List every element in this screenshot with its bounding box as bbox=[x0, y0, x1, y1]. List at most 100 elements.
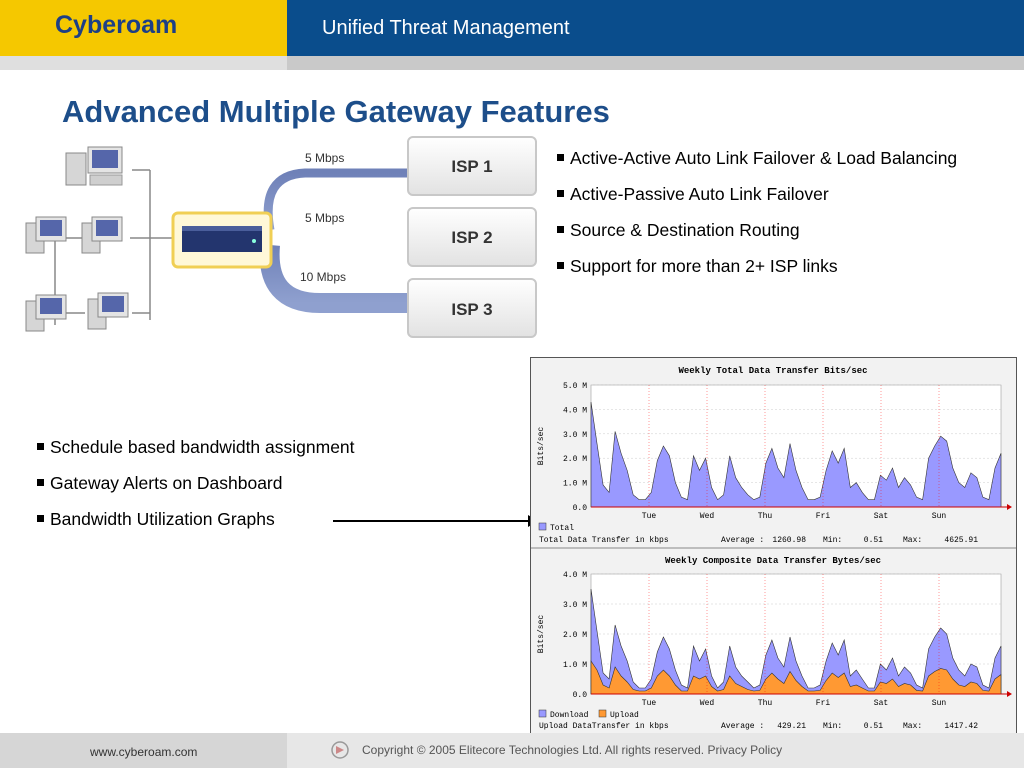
list-item: Active-Active Auto Link Failover & Load … bbox=[557, 148, 957, 184]
stats-key: Max: bbox=[903, 722, 922, 731]
stats-min: 0.51 bbox=[864, 536, 883, 545]
feature-list-top: Active-Active Auto Link Failover & Load … bbox=[557, 148, 957, 292]
stats-key: Average : bbox=[721, 536, 764, 545]
stats-average: 429.21 bbox=[777, 722, 806, 731]
list-item: Schedule based bandwidth assignment bbox=[37, 437, 355, 473]
stats-label: Total Data Transfer in kbps bbox=[539, 536, 669, 545]
x-tick-label: Fri bbox=[816, 512, 831, 521]
x-tick-label: Wed bbox=[700, 512, 715, 521]
bullet-icon bbox=[37, 515, 44, 523]
computer-icon bbox=[25, 294, 67, 332]
bullet-icon bbox=[557, 154, 564, 162]
stats-key: Max: bbox=[903, 536, 922, 545]
list-item: Source & Destination Routing bbox=[557, 220, 957, 256]
isp-label: ISP 2 bbox=[451, 228, 492, 247]
header-title: Unified Threat Management bbox=[322, 17, 570, 39]
footer: www.cyberoam.com Copyright © 2005 Elitec… bbox=[0, 733, 1024, 768]
stats-key: Average : bbox=[721, 722, 764, 731]
computer-icon bbox=[87, 292, 129, 330]
y-tick-label: 1.0 M bbox=[563, 661, 587, 670]
network-diagram: 5 Mbps 5 Mbps 10 Mbps ISP 1 ISP 2 ISP 3 bbox=[20, 135, 540, 345]
bullet-text: Schedule based bandwidth assignment bbox=[50, 437, 355, 457]
brand-logo-text: Cyberoam bbox=[55, 11, 178, 39]
computer-icon bbox=[65, 146, 123, 186]
legend-label: Total bbox=[550, 524, 574, 533]
x-tick-label: Sat bbox=[874, 512, 888, 521]
y-tick-label: 3.0 M bbox=[563, 431, 587, 440]
stats-max: 4625.91 bbox=[944, 536, 978, 545]
y-axis-label: Bits/sec bbox=[537, 427, 546, 466]
x-tick-label: Sun bbox=[932, 512, 947, 521]
stats-average: 1260.98 bbox=[772, 536, 806, 545]
footer-site-link[interactable]: www.cyberoam.com bbox=[90, 745, 197, 759]
appliance-icon bbox=[171, 211, 273, 269]
page-title: Advanced Multiple Gateway Features bbox=[62, 94, 610, 129]
stats-label: Upload DataTransfer in kbps bbox=[539, 722, 669, 731]
list-item: Bandwidth Utilization Graphs bbox=[37, 509, 355, 545]
x-tick-label: Tue bbox=[642, 699, 657, 708]
y-tick-label: 0.0 bbox=[573, 504, 588, 513]
feature-list-left: Schedule based bandwidth assignment Gate… bbox=[37, 437, 355, 545]
stats-min: 0.51 bbox=[864, 722, 883, 731]
x-tick-label: Sat bbox=[874, 699, 888, 708]
bandwidth-label: 5 Mbps bbox=[305, 151, 344, 165]
stats-key: Min: bbox=[823, 722, 842, 731]
x-tick-label: Thu bbox=[758, 699, 773, 708]
footer-copyright: Copyright © 2005 Elitecore Technologies … bbox=[362, 743, 783, 757]
bullet-text: Active-Passive Auto Link Failover bbox=[570, 184, 829, 204]
list-item: Support for more than 2+ ISP links bbox=[557, 256, 957, 292]
computer-icon bbox=[25, 216, 67, 254]
isp-label: ISP 3 bbox=[451, 300, 492, 319]
x-tick-label: Tue bbox=[642, 512, 657, 521]
bullet-text: Bandwidth Utilization Graphs bbox=[50, 509, 275, 529]
y-tick-label: 4.0 M bbox=[563, 406, 587, 415]
header-bar: Unified Threat Management bbox=[287, 0, 1024, 56]
bandwidth-graphs: Weekly Total Data Transfer Bits/sec 0.0 1.… bbox=[530, 357, 1017, 746]
list-item: Active-Passive Auto Link Failover bbox=[557, 184, 957, 220]
bullet-text: Source & Destination Routing bbox=[570, 220, 800, 240]
bullet-text: Active-Active Auto Link Failover & Load … bbox=[570, 148, 958, 168]
legend-label: Download bbox=[550, 711, 589, 720]
stats-max: 1417.42 bbox=[944, 722, 978, 731]
legend-label: Upload bbox=[610, 711, 639, 720]
header-divider bbox=[0, 56, 1024, 70]
bullet-text: Gateway Alerts on Dashboard bbox=[50, 473, 283, 493]
y-axis-label: Bits/sec bbox=[537, 615, 546, 654]
bullet-text: Support for more than 2+ ISP links bbox=[570, 256, 838, 276]
x-tick-label: Thu bbox=[758, 512, 773, 521]
x-tick-label: Wed bbox=[700, 699, 715, 708]
y-tick-label: 5.0 M bbox=[563, 382, 587, 391]
brand-bar: Cyberoam bbox=[0, 0, 287, 56]
y-tick-label: 4.0 M bbox=[563, 571, 587, 580]
company-logo-icon bbox=[331, 741, 349, 759]
computer-icon bbox=[81, 216, 123, 254]
legend-swatch bbox=[538, 709, 547, 718]
y-tick-label: 1.0 M bbox=[563, 480, 587, 489]
isp-box: ISP 1 bbox=[407, 136, 537, 196]
bullet-icon bbox=[557, 190, 564, 198]
legend-swatch bbox=[538, 522, 547, 531]
isp-label: ISP 1 bbox=[451, 157, 492, 176]
isp-box: ISP 2 bbox=[407, 207, 537, 267]
legend-swatch bbox=[598, 709, 607, 718]
x-tick-label: Fri bbox=[816, 699, 831, 708]
stats-key: Min: bbox=[823, 536, 842, 545]
bandwidth-label: 5 Mbps bbox=[305, 211, 344, 225]
x-axis-arrow-icon bbox=[1007, 504, 1012, 510]
y-tick-label: 3.0 M bbox=[563, 601, 587, 610]
x-tick-label: Sun bbox=[932, 699, 947, 708]
bandwidth-label: 10 Mbps bbox=[300, 270, 346, 284]
x-axis-arrow-icon bbox=[1007, 691, 1012, 697]
y-tick-label: 2.0 M bbox=[563, 455, 587, 464]
isp-box: ISP 3 bbox=[407, 278, 537, 338]
y-tick-label: 2.0 M bbox=[563, 631, 587, 640]
chart-title: Weekly Total Data Transfer Bits/sec bbox=[678, 366, 867, 376]
bullet-icon bbox=[37, 479, 44, 487]
list-item: Gateway Alerts on Dashboard bbox=[37, 473, 355, 509]
y-tick-label: 0.0 bbox=[573, 691, 588, 700]
bullet-icon bbox=[37, 443, 44, 451]
bullet-icon bbox=[557, 226, 564, 234]
chart-title: Weekly Composite Data Transfer Bytes/sec bbox=[665, 556, 881, 566]
pointer-line bbox=[333, 520, 530, 522]
bullet-icon bbox=[557, 262, 564, 270]
